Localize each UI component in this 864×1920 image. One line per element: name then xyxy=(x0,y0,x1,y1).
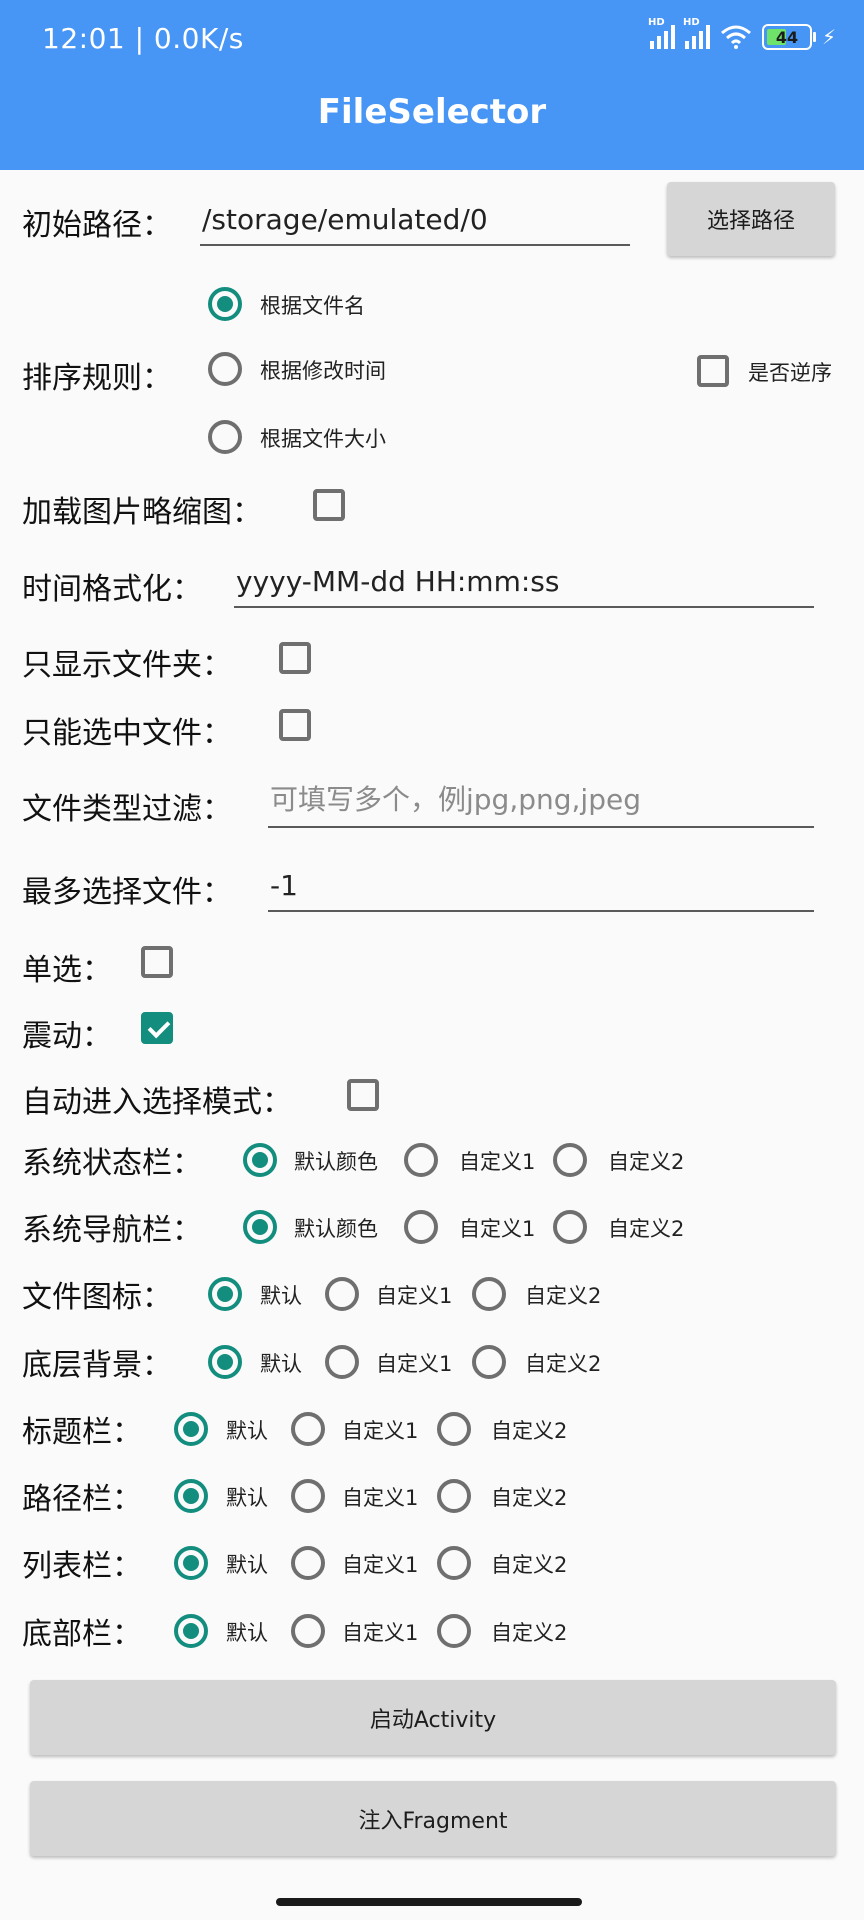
list-bar-option-label: 默认 xyxy=(226,1553,268,1577)
bottom-bar-option-label: 自定义2 xyxy=(491,1621,568,1645)
status-icons: HD HD 44 ⚡ xyxy=(648,17,836,50)
nav-bar-custom1-radio[interactable] xyxy=(404,1210,438,1244)
title-bar-option-label: 自定义1 xyxy=(342,1419,419,1443)
title-bar-custom2-radio[interactable] xyxy=(437,1412,471,1446)
list-bar-option-label: 自定义1 xyxy=(342,1553,419,1577)
nav-bar-option-label: 自定义1 xyxy=(459,1217,536,1241)
home-indicator[interactable] xyxy=(276,1898,582,1906)
nav-bar-custom2-radio[interactable] xyxy=(553,1210,587,1244)
start-activity-button[interactable]: 启动Activity xyxy=(30,1680,836,1755)
charging-icon: ⚡ xyxy=(821,25,836,49)
nav-bar-option-label: 自定义2 xyxy=(608,1217,685,1241)
sort-by-name-radio[interactable] xyxy=(208,287,242,321)
signal-icon: HD xyxy=(648,17,675,49)
path-bar-option-label: 自定义1 xyxy=(342,1486,419,1510)
file-icon-label: 文件图标： xyxy=(22,1280,172,1315)
path-bar-custom2-radio[interactable] xyxy=(437,1479,471,1513)
title-bar-default-radio[interactable] xyxy=(174,1412,208,1446)
vibrate-label: 震动： xyxy=(22,1019,112,1054)
bottom-bar-label: 底部栏： xyxy=(22,1617,142,1652)
background-custom2-radio[interactable] xyxy=(472,1345,506,1379)
status-time: 12:01 | 0.0K/s xyxy=(42,22,244,55)
background-custom1-radio[interactable] xyxy=(325,1345,359,1379)
list-bar-default-radio[interactable] xyxy=(174,1546,208,1580)
status-bar-custom2-radio[interactable] xyxy=(553,1143,587,1177)
background-option-label: 默认 xyxy=(260,1352,302,1376)
only-files-checkbox[interactable] xyxy=(279,709,311,741)
only-folders-label: 只显示文件夹： xyxy=(22,648,232,683)
initial-path-label: 初始路径： xyxy=(22,208,172,243)
file-icon-custom2-radio[interactable] xyxy=(472,1277,506,1311)
list-bar-option-label: 自定义2 xyxy=(491,1553,568,1577)
signal-icon: HD xyxy=(683,17,710,49)
sort-by-modified-radio[interactable] xyxy=(208,352,242,386)
title-bar-label: 标题栏： xyxy=(22,1415,142,1450)
title-bar-custom1-radio[interactable] xyxy=(291,1412,325,1446)
single-select-label: 单选： xyxy=(22,953,112,988)
status-bar-custom1-radio[interactable] xyxy=(404,1143,438,1177)
file-icon-option-label: 自定义1 xyxy=(376,1284,453,1308)
inject-fragment-button[interactable]: 注入Fragment xyxy=(30,1781,836,1856)
sort-option-label: 根据文件名 xyxy=(260,294,365,318)
list-bar-label: 列表栏： xyxy=(22,1549,142,1584)
title-bar-option-label: 默认 xyxy=(226,1419,268,1443)
max-select-input[interactable]: -1 xyxy=(268,866,814,912)
sort-option-label: 根据修改时间 xyxy=(260,359,386,383)
reverse-order-checkbox[interactable] xyxy=(697,355,729,387)
only-files-label: 只能选中文件： xyxy=(22,716,232,751)
background-option-label: 自定义1 xyxy=(376,1352,453,1376)
auto-select-mode-label: 自动进入选择模式： xyxy=(22,1085,292,1120)
sort-option-label: 根据文件大小 xyxy=(260,427,386,451)
path-bar-label: 路径栏： xyxy=(22,1482,142,1517)
status-bar-option-label: 自定义1 xyxy=(459,1150,536,1174)
time-format-input[interactable]: yyyy-MM-dd HH:mm:ss xyxy=(234,562,814,608)
background-option-label: 自定义2 xyxy=(525,1352,602,1376)
sort-by-size-radio[interactable] xyxy=(208,420,242,454)
max-select-label: 最多选择文件： xyxy=(22,875,232,910)
status-bar-option-label: 自定义2 xyxy=(608,1150,685,1174)
title-bar-option-label: 自定义2 xyxy=(491,1419,568,1443)
path-bar-default-radio[interactable] xyxy=(174,1479,208,1513)
background-label: 底层背景： xyxy=(22,1348,172,1383)
auto-select-mode-checkbox[interactable] xyxy=(347,1079,379,1111)
bottom-bar-custom1-radio[interactable] xyxy=(291,1614,325,1648)
file-icon-default-radio[interactable] xyxy=(208,1277,242,1311)
initial-path-input[interactable]: /storage/emulated/0 xyxy=(200,200,630,246)
path-bar-option-label: 自定义2 xyxy=(491,1486,568,1510)
background-default-radio[interactable] xyxy=(208,1345,242,1379)
path-bar-custom1-radio[interactable] xyxy=(291,1479,325,1513)
battery-icon: 44 xyxy=(761,24,816,50)
file-icon-option-label: 默认 xyxy=(260,1284,302,1308)
page-title: FileSelector xyxy=(317,92,547,132)
sort-label: 排序规则： xyxy=(22,361,172,396)
nav-bar-option-label: 默认颜色 xyxy=(294,1217,378,1241)
app-bar: 12:01 | 0.0K/s HD HD 44 ⚡ FileSelector xyxy=(0,0,864,170)
list-bar-custom2-radio[interactable] xyxy=(437,1546,471,1580)
bottom-bar-option-label: 自定义1 xyxy=(342,1621,419,1645)
file-icon-option-label: 自定义2 xyxy=(525,1284,602,1308)
file-filter-input[interactable]: 可填写多个，例jpg,png,jpeg xyxy=(268,782,814,828)
bottom-bar-default-radio[interactable] xyxy=(174,1614,208,1648)
vibrate-checkbox[interactable] xyxy=(141,1012,173,1044)
bottom-bar-custom2-radio[interactable] xyxy=(437,1614,471,1648)
thumbnail-label: 加载图片略缩图： xyxy=(22,495,262,530)
bottom-bar-option-label: 默认 xyxy=(226,1621,268,1645)
file-filter-label: 文件类型过滤： xyxy=(22,792,232,827)
select-path-button[interactable]: 选择路径 xyxy=(667,182,835,256)
status-bar-default-radio[interactable] xyxy=(243,1143,277,1177)
thumbnail-checkbox[interactable] xyxy=(313,489,345,521)
wifi-icon xyxy=(720,25,751,49)
single-select-checkbox[interactable] xyxy=(141,946,173,978)
nav-bar-label: 系统导航栏： xyxy=(22,1213,202,1248)
nav-bar-default-radio[interactable] xyxy=(243,1210,277,1244)
reverse-order-label: 是否逆序 xyxy=(748,361,832,385)
path-bar-option-label: 默认 xyxy=(226,1486,268,1510)
status-bar-label: 系统状态栏： xyxy=(22,1146,202,1181)
file-icon-custom1-radio[interactable] xyxy=(325,1277,359,1311)
time-format-label: 时间格式化： xyxy=(22,572,202,607)
only-folders-checkbox[interactable] xyxy=(279,642,311,674)
list-bar-custom1-radio[interactable] xyxy=(291,1546,325,1580)
status-bar-option-label: 默认颜色 xyxy=(294,1150,378,1174)
